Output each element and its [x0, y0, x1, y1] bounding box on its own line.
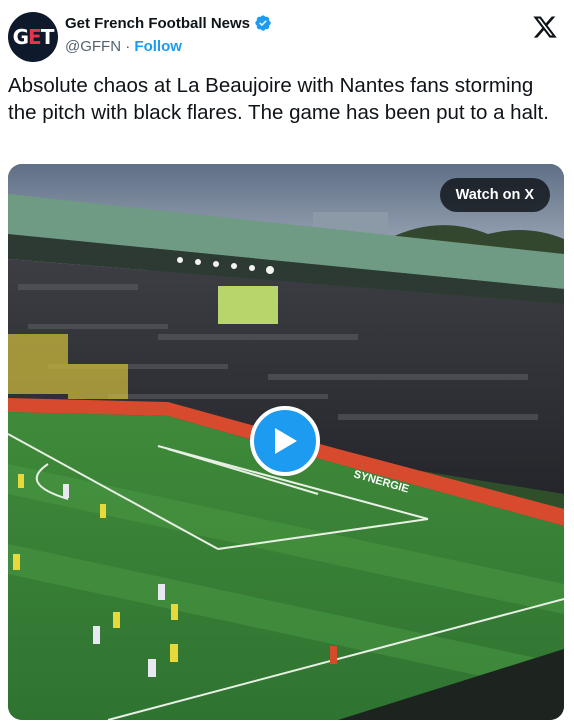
separator-dot: · [125, 38, 131, 55]
tweet-text: Absolute chaos at La Beaujoire with Nant… [8, 74, 549, 124]
video-player[interactable]: SYNERGIE Watch on X [8, 164, 564, 720]
x-logo-icon[interactable] [532, 14, 558, 40]
play-button[interactable] [250, 406, 320, 476]
play-icon [275, 428, 297, 454]
avatar[interactable]: GET [8, 12, 58, 62]
watch-on-x-button[interactable]: Watch on X [439, 178, 550, 212]
avatar-logo: GET [12, 25, 55, 49]
author-handle[interactable]: @GFFN [65, 38, 121, 55]
handle-row: @GFFN · Follow [65, 38, 182, 55]
scoreboard [218, 286, 278, 324]
author-name[interactable]: Get French Football News [65, 15, 250, 32]
author-name-row: Get French Football News [65, 14, 272, 32]
verified-badge-icon [255, 15, 271, 31]
follow-button[interactable]: Follow [134, 38, 182, 55]
tweet-header: GET Get French Football News @GFFN · Fol… [8, 8, 566, 64]
